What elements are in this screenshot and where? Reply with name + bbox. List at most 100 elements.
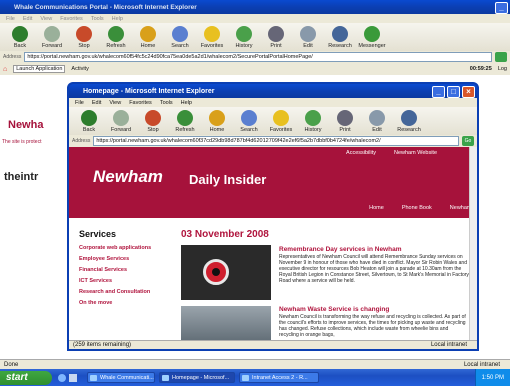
refresh-icon <box>108 26 124 42</box>
tool-forward[interactable]: Forward <box>105 110 137 133</box>
tool-stop[interactable]: Stop <box>68 26 100 49</box>
home-icon[interactable]: ⌂ <box>3 66 7 73</box>
tool-label: Forward <box>110 127 132 133</box>
tool-print[interactable]: Print <box>260 26 292 49</box>
edit-icon <box>300 26 316 42</box>
tool-search[interactable]: Search <box>233 110 265 133</box>
newham-logo-fragment: Newha <box>8 119 44 131</box>
task-whale[interactable]: Whale Communicati... <box>87 372 155 383</box>
stop-icon <box>145 110 161 126</box>
menu-tools[interactable]: Tools <box>160 100 173 106</box>
taskbar: start Whale Communicati... Homepage - Mi… <box>0 369 510 386</box>
outer-go-button[interactable] <box>495 52 507 62</box>
service-on-the-move[interactable]: On the move <box>79 300 169 306</box>
tool-edit[interactable]: Edit <box>292 26 324 49</box>
tool-favorites[interactable]: Favorites <box>265 110 297 133</box>
article-1-headline[interactable]: Remembrance Day services in Newham <box>279 246 469 253</box>
inner-go-button[interactable]: Go <box>462 136 474 146</box>
tool-label: Print <box>270 43 282 49</box>
tool-label: Messenger <box>358 43 386 49</box>
tool-label: Back <box>82 127 96 133</box>
inner-minimize-button[interactable]: _ <box>432 86 445 98</box>
inner-window: Homepage - Microsoft Internet Explorer _… <box>67 82 479 351</box>
outer-address-field[interactable]: https://portal.newham.gov.uk/whalecom60f… <box>24 52 492 62</box>
service-ict-services[interactable]: ICT Services <box>79 278 169 284</box>
inner-status-text: (259 items remaining) <box>73 342 132 348</box>
tool-search[interactable]: Search <box>164 26 196 49</box>
menu-favorites[interactable]: Favorites <box>129 100 152 106</box>
menu-file[interactable]: File <box>6 16 15 22</box>
tool-history[interactable]: History <box>297 110 329 133</box>
nav-home[interactable]: Home <box>369 205 384 211</box>
tool-favorites[interactable]: Favorites <box>196 26 228 49</box>
tool-history[interactable]: History <box>228 26 260 49</box>
tool-research[interactable]: Research <box>393 110 425 133</box>
stop-icon <box>76 26 92 42</box>
menu-favorites[interactable]: Favorites <box>60 16 83 22</box>
tool-research[interactable]: Research <box>324 26 356 49</box>
vertical-scrollbar[interactable] <box>469 147 477 340</box>
tool-edit[interactable]: Edit <box>361 110 393 133</box>
menu-view[interactable]: View <box>40 16 52 22</box>
menu-view[interactable]: View <box>109 100 121 106</box>
menu-edit[interactable]: Edit <box>23 16 32 22</box>
tool-home[interactable]: Home <box>201 110 233 133</box>
service-corporate-web-applications[interactable]: Corporate web applications <box>79 245 169 251</box>
intranet-logo-fragment: theintr <box>4 171 39 183</box>
inner-address-field[interactable]: https://portal.newham.gov.uk/whalecom60f… <box>93 136 459 146</box>
tool-refresh[interactable]: Refresh <box>169 110 201 133</box>
research-icon <box>401 110 417 126</box>
activity-link[interactable]: Activity <box>71 66 88 72</box>
system-tray: 1:50 PM <box>474 369 510 386</box>
tool-label: Stop <box>78 43 90 49</box>
desktop-quicklaunch-icon[interactable] <box>69 373 77 382</box>
launch-application-dropdown[interactable]: Launch Application <box>13 65 66 73</box>
tool-label: Research <box>397 127 421 133</box>
tool-label: History <box>235 43 253 49</box>
tool-label: Refresh <box>106 43 126 49</box>
tool-home[interactable]: Home <box>132 26 164 49</box>
tool-refresh[interactable]: Refresh <box>100 26 132 49</box>
menu-tools[interactable]: Tools <box>91 16 104 22</box>
logoff-link[interactable]: Log <box>498 66 507 72</box>
inner-title-bar[interactable]: Homepage - Microsoft Internet Explorer _… <box>69 84 477 98</box>
inner-maximize-button[interactable]: □ <box>447 86 460 98</box>
task-intranet[interactable]: Intranet Access 2 - R... <box>239 372 319 383</box>
article-2-headline[interactable]: Newham Waste Service is changing <box>279 306 469 313</box>
accessibility-link[interactable]: Accessibility <box>346 150 376 156</box>
tool-label: Search <box>171 43 189 49</box>
menu-edit[interactable]: Edit <box>92 100 101 106</box>
menu-help[interactable]: Help <box>181 100 192 106</box>
outer-status-text: Done <box>4 361 19 368</box>
favorites-icon <box>204 26 220 42</box>
menu-help[interactable]: Help <box>112 16 123 22</box>
minimize-button[interactable]: _ <box>495 2 508 14</box>
tool-stop[interactable]: Stop <box>137 110 169 133</box>
outer-menu-bar: File Edit View Favorites Tools Help <box>0 14 510 23</box>
nav-phone-book[interactable]: Phone Book <box>402 205 432 211</box>
task-homepage[interactable]: Homepage - Microsof... <box>159 372 235 383</box>
tool-forward[interactable]: Forward <box>36 26 68 49</box>
tool-label: Search <box>240 127 258 133</box>
site-banner: Accessibility Newham Website Newham Dail… <box>69 147 477 218</box>
clock: 1:50 PM <box>481 374 504 381</box>
outer-address-bar: Address https://portal.newham.gov.uk/wha… <box>0 51 510 63</box>
service-financial-services[interactable]: Financial Services <box>79 267 169 273</box>
tool-back[interactable]: Back <box>73 110 105 133</box>
tool-print[interactable]: Print <box>329 110 361 133</box>
start-button[interactable]: start <box>0 370 52 385</box>
services-title: Services <box>79 229 117 239</box>
service-research-and-consultation[interactable]: Research and Consultation <box>79 289 169 295</box>
tool-messenger[interactable]: Messenger <box>356 26 388 49</box>
service-employee-services[interactable]: Employee Services <box>79 256 169 262</box>
ie-quicklaunch-icon[interactable] <box>58 373 66 382</box>
menu-file[interactable]: File <box>75 100 84 106</box>
site-top-links: Accessibility Newham Website <box>346 150 437 156</box>
inner-address-label: Address <box>72 138 91 144</box>
newham-website-link[interactable]: Newham Website <box>394 150 437 156</box>
inner-close-button[interactable]: × <box>462 86 475 98</box>
tool-back[interactable]: Back <box>4 26 36 49</box>
outer-title-bar[interactable]: Whale Communications Portal - Microsoft … <box>0 0 510 14</box>
outer-toolbar: Back Forward Stop Refresh Home Search Favorite… <box>0 23 510 51</box>
tool-label: Back <box>13 43 27 49</box>
